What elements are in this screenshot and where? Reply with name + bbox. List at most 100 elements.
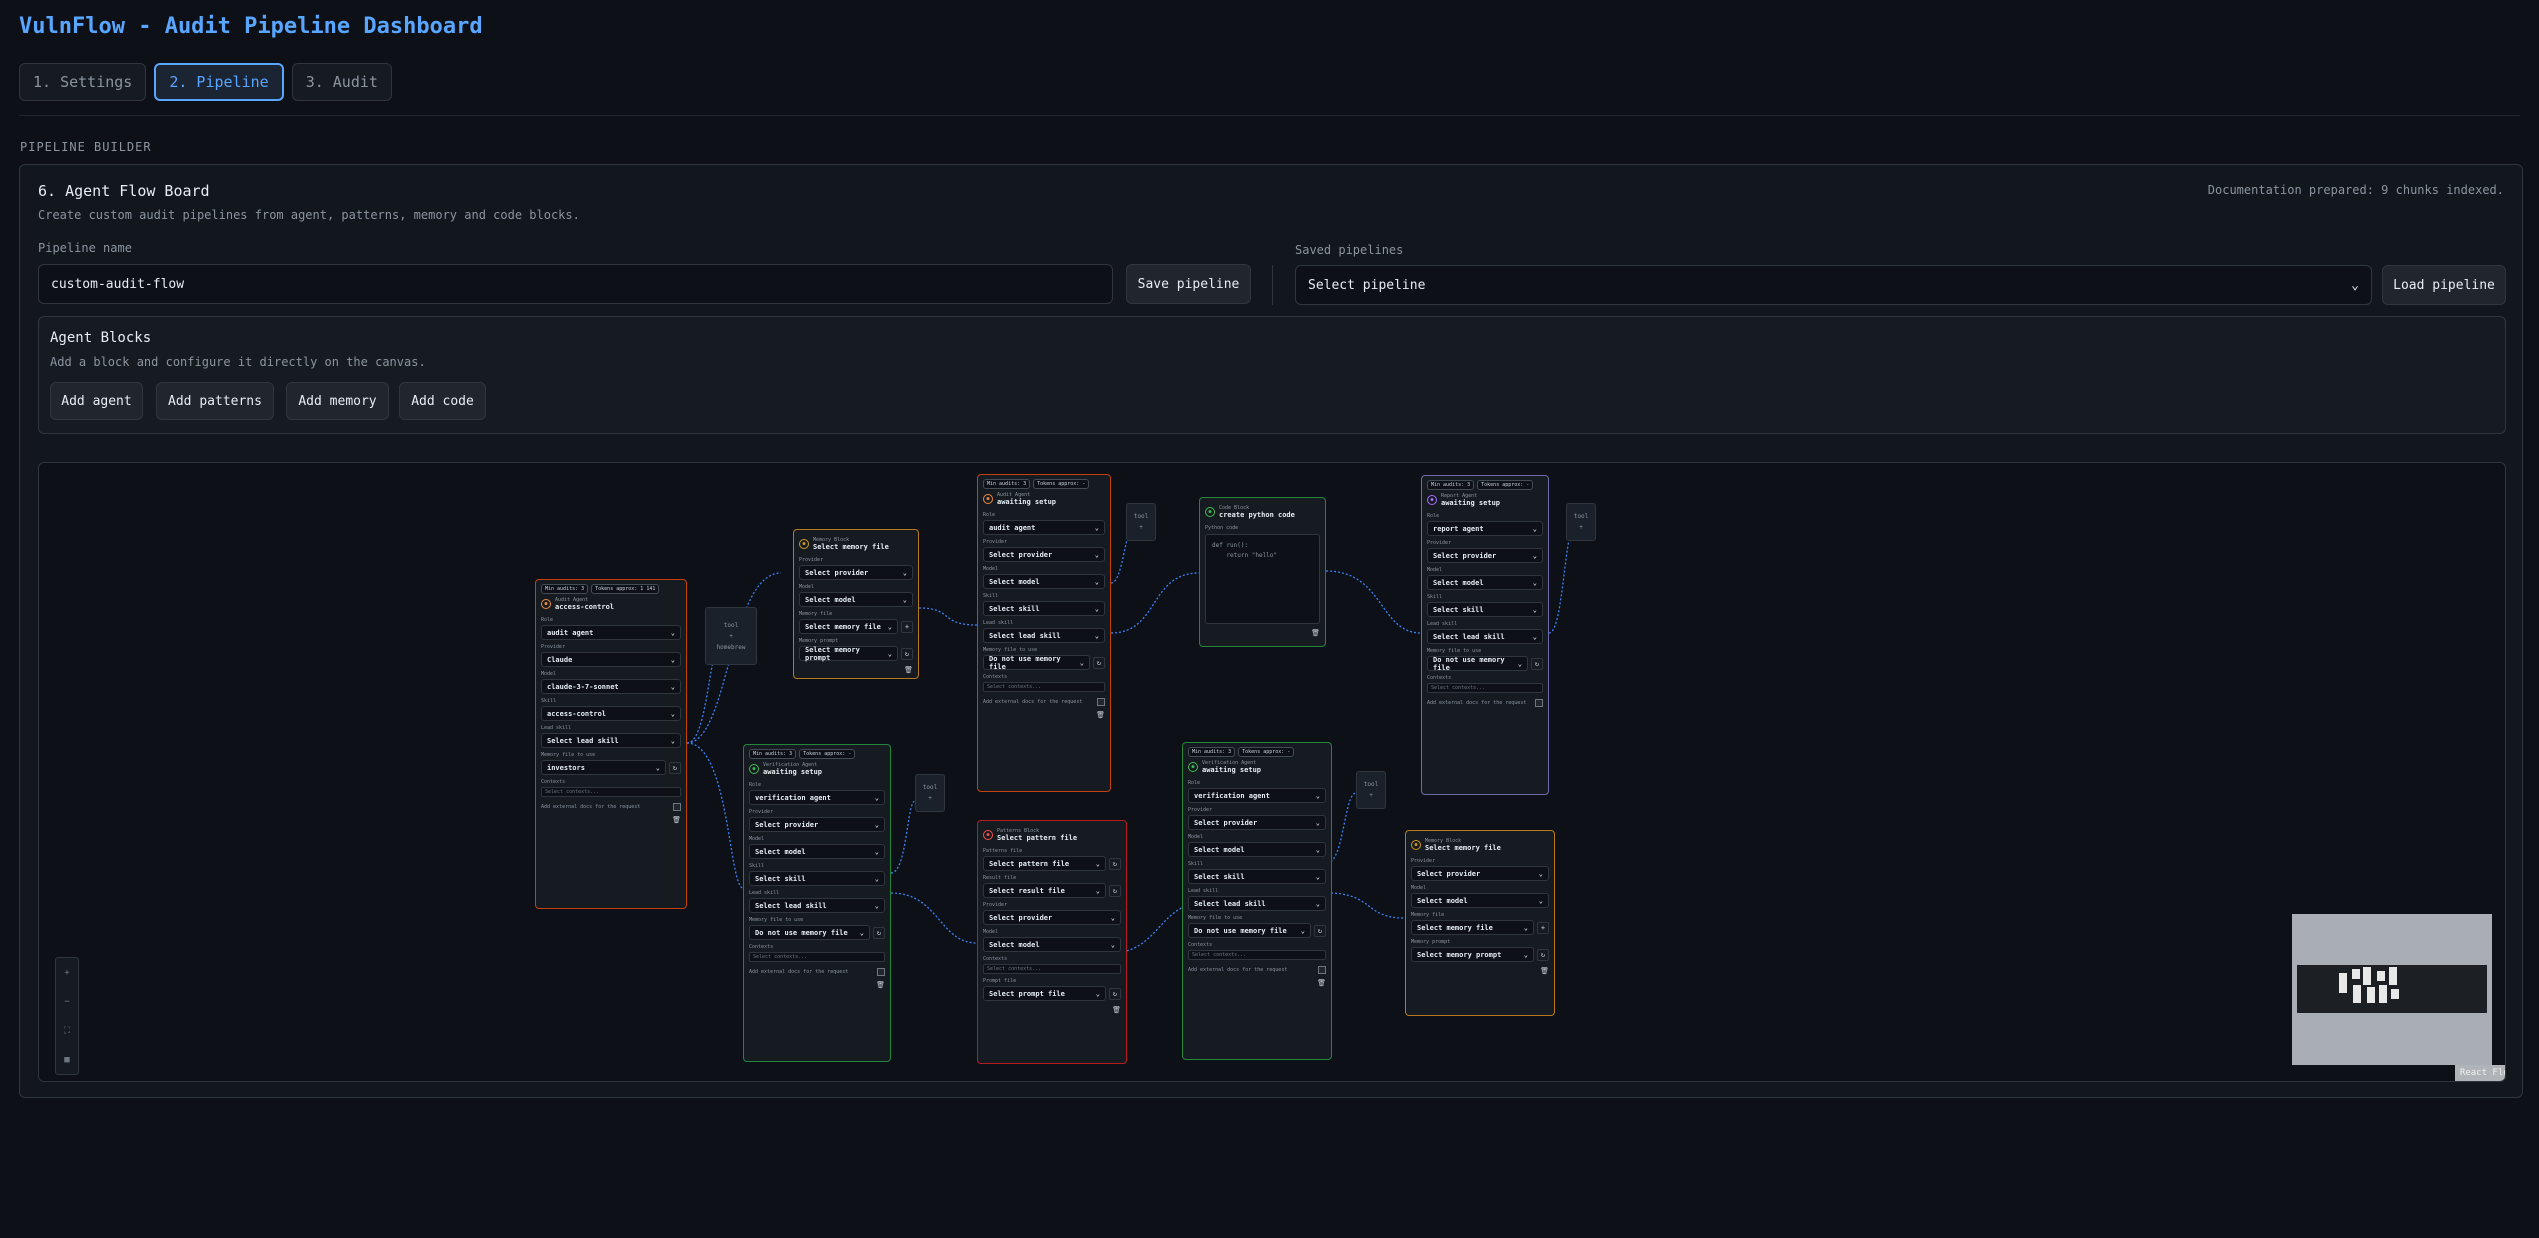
flow-canvas[interactable]: tool + homebrew tool + tool + tool + too… xyxy=(38,462,2506,1082)
code-block-node[interactable]: ● Code Block create python code Python co… xyxy=(1199,497,1326,647)
plus-icon[interactable]: + xyxy=(1537,921,1549,934)
role-select[interactable]: audit agent ⌄ xyxy=(983,520,1105,535)
memory-block-node[interactable]: ● Memory Block Select memory file Provide… xyxy=(1405,830,1555,1016)
model-select[interactable]: Select model ⌄ xyxy=(983,937,1121,952)
role-select[interactable]: verification agent ⌄ xyxy=(1188,788,1326,803)
model-select[interactable]: Select model ⌄ xyxy=(983,574,1105,589)
save-pipeline-button[interactable]: Save pipeline xyxy=(1126,264,1251,304)
pipeline-name-input[interactable] xyxy=(38,264,1113,304)
provider-select[interactable]: Select provider ⌄ xyxy=(799,565,913,580)
trash-icon[interactable]: 🗑 xyxy=(1188,979,1326,987)
report-agent-node[interactable]: Min audits: 3 Tokens approx: - ● Report … xyxy=(1421,475,1549,795)
external-docs-checkbox[interactable] xyxy=(1097,698,1105,706)
model-select[interactable]: Select model ⌄ xyxy=(1411,893,1549,908)
model-select[interactable]: Select model ⌄ xyxy=(1427,575,1543,590)
contexts-select[interactable]: Select contexts... xyxy=(1188,950,1326,960)
plus-icon[interactable]: + xyxy=(1369,792,1373,799)
skill-select[interactable]: access-control ⌄ xyxy=(541,706,681,721)
load-pipeline-button[interactable]: Load pipeline xyxy=(2382,265,2506,305)
add-memory-button[interactable]: Add memory xyxy=(286,382,389,420)
tool-node-homebrew[interactable]: tool + homebrew xyxy=(705,607,757,665)
python-code-editor[interactable]: def run(): return "hello" xyxy=(1205,534,1320,624)
memory-file-select[interactable]: investors ⌄ xyxy=(541,760,666,775)
trash-icon[interactable]: 🗑 xyxy=(1411,967,1549,975)
external-docs-checkbox[interactable] xyxy=(1318,966,1326,974)
refresh-icon[interactable]: ↻ xyxy=(1109,987,1121,1000)
role-select[interactable]: verification agent ⌄ xyxy=(749,790,885,805)
refresh-icon[interactable]: ↻ xyxy=(1109,857,1121,870)
refresh-icon[interactable]: ↻ xyxy=(669,761,681,774)
plus-icon[interactable]: + xyxy=(928,795,932,802)
tool-node[interactable]: tool + xyxy=(915,774,945,812)
provider-select[interactable]: Select provider ⌄ xyxy=(1427,548,1543,563)
external-docs-checkbox[interactable] xyxy=(673,803,681,811)
role-select[interactable]: report agent ⌄ xyxy=(1427,521,1543,536)
tool-node[interactable]: tool + xyxy=(1356,771,1386,809)
verification-agent-node[interactable]: Min audits: 3 Tokens approx: - ● Verific… xyxy=(743,744,891,1062)
tool-node[interactable]: tool + xyxy=(1126,503,1156,541)
patterns-block-node[interactable]: ● Patterns Block Select pattern file Patt… xyxy=(977,820,1127,1064)
model-select[interactable]: Select model ⌄ xyxy=(749,844,885,859)
memory-file-select[interactable]: Do not use memory file ⌄ xyxy=(1427,656,1528,672)
flow-attribution[interactable]: React Flow xyxy=(2455,1065,2505,1081)
provider-select[interactable]: Select provider ⌄ xyxy=(983,547,1105,562)
memory-file-select[interactable]: Select memory file ⌄ xyxy=(1411,920,1534,935)
lead-skill-select[interactable]: Select lead skill ⌄ xyxy=(1188,896,1326,911)
lead-skill-select[interactable]: Select lead skill ⌄ xyxy=(1427,629,1543,644)
refresh-icon[interactable]: ↻ xyxy=(901,647,913,660)
provider-select[interactable]: Select provider ⌄ xyxy=(749,817,885,832)
skill-select[interactable]: Select skill ⌄ xyxy=(749,871,885,886)
tab-audit[interactable]: 3. Audit xyxy=(291,63,392,101)
trash-icon[interactable]: 🗑 xyxy=(983,1006,1121,1014)
contexts-select[interactable]: Select contexts... xyxy=(749,952,885,962)
lead-skill-select[interactable]: Select lead skill ⌄ xyxy=(983,628,1105,643)
refresh-icon[interactable]: ↻ xyxy=(1109,884,1121,897)
lock-icon[interactable]: ■ xyxy=(64,1055,69,1065)
memory-prompt-select[interactable]: Select memory prompt ⌄ xyxy=(1411,947,1534,962)
trash-icon[interactable]: 🗑 xyxy=(541,816,681,824)
memory-block-node[interactable]: ● Memory Block Select memory file Provide… xyxy=(793,529,919,679)
model-select[interactable]: Select model ⌄ xyxy=(1188,842,1326,857)
tab-pipeline[interactable]: 2. Pipeline xyxy=(154,63,284,101)
zoom-in-icon[interactable]: + xyxy=(64,968,69,978)
verification-agent-node[interactable]: Min audits: 3 Tokens approx: - ● Verific… xyxy=(1182,742,1332,1060)
tab-settings[interactable]: 1. Settings xyxy=(19,63,147,101)
minimap[interactable] xyxy=(2292,914,2492,1065)
external-docs-checkbox[interactable] xyxy=(1535,699,1543,707)
contexts-select[interactable]: Select contexts... xyxy=(983,964,1121,974)
contexts-select[interactable]: Select contexts... xyxy=(541,787,681,797)
audit-agent-node[interactable]: Min audits: 3 Tokens approx: - ● Audit A… xyxy=(977,474,1111,792)
provider-select[interactable]: Select provider ⌄ xyxy=(983,910,1121,925)
result-file-select[interactable]: Select result file ⌄ xyxy=(983,883,1106,898)
trash-icon[interactable]: 🗑 xyxy=(1205,629,1320,637)
plus-icon[interactable]: + xyxy=(901,620,913,633)
contexts-select[interactable]: Select contexts... xyxy=(1427,683,1543,693)
provider-select[interactable]: Select provider ⌄ xyxy=(1188,815,1326,830)
model-select[interactable]: Select model ⌄ xyxy=(799,592,913,607)
role-select[interactable]: audit agent ⌄ xyxy=(541,625,681,640)
prompt-file-select[interactable]: Select prompt file ⌄ xyxy=(983,986,1106,1001)
plus-icon[interactable]: + xyxy=(1579,524,1583,531)
refresh-icon[interactable]: ↻ xyxy=(1314,924,1326,937)
external-docs-checkbox[interactable] xyxy=(877,968,885,976)
memory-file-select[interactable]: Do not use memory file ⌄ xyxy=(983,655,1090,671)
trash-icon[interactable]: 🗑 xyxy=(799,666,913,674)
memory-file-select[interactable]: Select memory file ⌄ xyxy=(799,619,898,634)
saved-pipelines-select[interactable]: Select pipeline ⌄ xyxy=(1295,265,2372,305)
plus-icon[interactable]: + xyxy=(1139,524,1143,531)
plus-icon[interactable]: + xyxy=(729,633,733,640)
skill-select[interactable]: Select skill ⌄ xyxy=(1427,602,1543,617)
tool-node[interactable]: tool + xyxy=(1566,503,1596,541)
provider-select[interactable]: Claude ⌄ xyxy=(541,652,681,667)
refresh-icon[interactable]: ↻ xyxy=(873,926,885,939)
refresh-icon[interactable]: ↻ xyxy=(1531,657,1543,670)
skill-select[interactable]: Select skill ⌄ xyxy=(1188,869,1326,884)
memory-prompt-select[interactable]: Select memory prompt ⌄ xyxy=(799,646,898,662)
model-select[interactable]: claude-3-7-sonnet ⌄ xyxy=(541,679,681,694)
refresh-icon[interactable]: ↻ xyxy=(1093,656,1105,669)
add-agent-button[interactable]: Add agent xyxy=(50,382,143,420)
provider-select[interactable]: Select provider ⌄ xyxy=(1411,866,1549,881)
contexts-select[interactable]: Select contexts... xyxy=(983,682,1105,692)
trash-icon[interactable]: 🗑 xyxy=(983,711,1105,719)
trash-icon[interactable]: 🗑 xyxy=(749,981,885,989)
